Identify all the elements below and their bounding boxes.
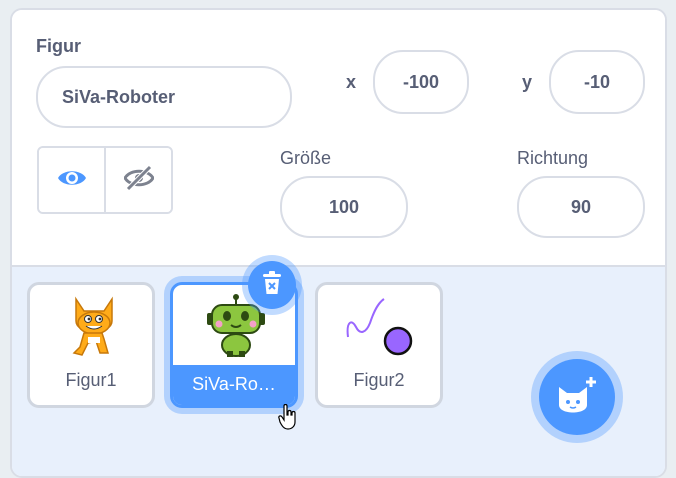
scratch-cat-thumbnail bbox=[66, 295, 122, 366]
visibility-toggle bbox=[37, 146, 173, 214]
direction-input[interactable]: 90 bbox=[517, 176, 645, 238]
size-label: Größe bbox=[280, 148, 332, 168]
eye-icon bbox=[57, 167, 87, 194]
x-label: x bbox=[346, 72, 357, 92]
sprite-tile-figur2[interactable]: Figur2 bbox=[315, 282, 443, 408]
show-button[interactable] bbox=[39, 148, 104, 212]
add-sprite-button[interactable] bbox=[531, 351, 623, 443]
y-label: y bbox=[522, 72, 533, 92]
hide-button[interactable] bbox=[104, 148, 171, 212]
sprite-name-figur2: Figur2 bbox=[353, 370, 405, 390]
purple-line-dot-thumbnail bbox=[344, 293, 420, 362]
sprite-name-siva-roboter: SiVa-Ro… bbox=[173, 365, 295, 405]
eye-slash-icon bbox=[122, 164, 155, 196]
hand-cursor-icon bbox=[278, 403, 298, 435]
sprite-info-section: Figur SiVa-Roboter x -100 y -10 Größe 10… bbox=[12, 10, 665, 265]
trash-icon bbox=[261, 270, 283, 300]
size-input[interactable]: 100 bbox=[280, 176, 408, 238]
direction-label: Richtung bbox=[517, 148, 589, 168]
y-input[interactable]: -10 bbox=[549, 50, 645, 114]
cat-plus-icon bbox=[555, 375, 599, 420]
delete-sprite-button[interactable] bbox=[248, 261, 296, 309]
sprite-name-input[interactable]: SiVa-Roboter bbox=[36, 66, 292, 128]
sprite-label: Figur bbox=[36, 36, 81, 56]
add-sprite-button-inner[interactable] bbox=[539, 359, 615, 435]
sprite-tile-figur1[interactable]: Figur1 bbox=[27, 282, 155, 408]
sprite-name-figur1: Figur1 bbox=[65, 370, 117, 390]
x-input[interactable]: -100 bbox=[373, 50, 469, 114]
